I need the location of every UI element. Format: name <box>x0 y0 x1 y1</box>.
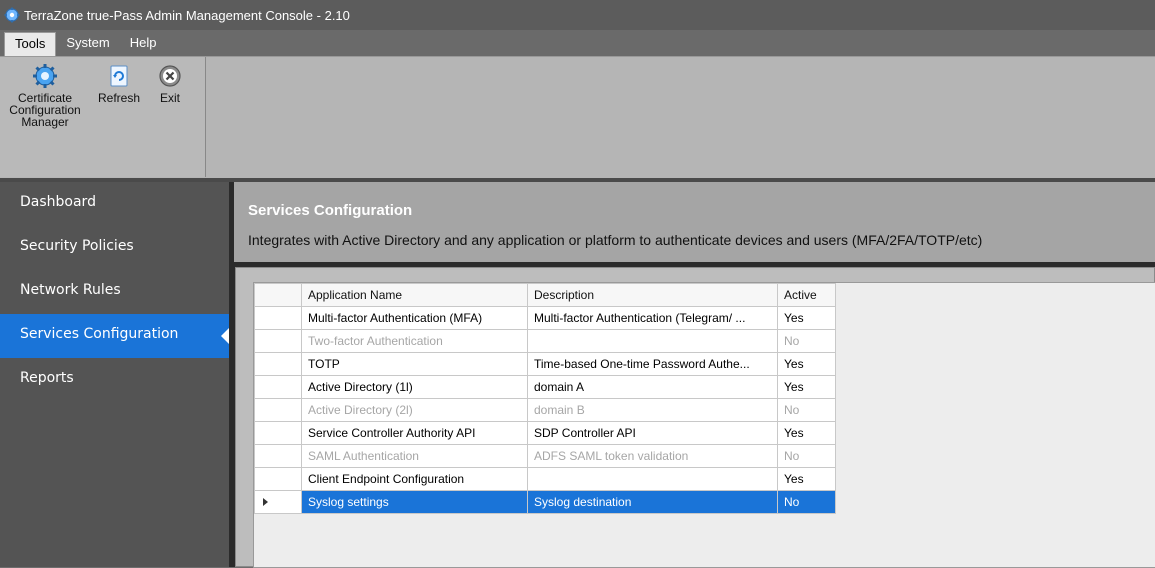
tab-system[interactable]: System <box>56 32 119 56</box>
row-header-cell[interactable] <box>254 398 302 422</box>
sidebar-item-label: Services Configuration <box>20 326 179 342</box>
close-icon <box>159 65 181 87</box>
menu-bar: Tools System Help <box>0 30 1155 56</box>
cell-description[interactable] <box>527 329 778 353</box>
sidebar-item-label: Reports <box>20 370 74 386</box>
row-header-cell[interactable] <box>254 444 302 468</box>
refresh-button[interactable]: Refresh <box>94 63 144 104</box>
sidebar-item-label: Security Policies <box>20 238 134 254</box>
cell-active[interactable]: Yes <box>777 467 836 491</box>
tab-help[interactable]: Help <box>120 32 167 56</box>
cell-description[interactable]: Syslog destination <box>527 490 778 514</box>
ribbon: Certificate Configuration Manager Refres… <box>0 56 1155 178</box>
sidebar-item-services-configuration[interactable]: Services Configuration <box>0 314 230 358</box>
row-header-cell[interactable] <box>254 421 302 445</box>
sidebar-item-security-policies[interactable]: Security Policies <box>0 226 229 270</box>
refresh-label: Refresh <box>97 91 141 105</box>
table-row[interactable]: Client Endpoint Configuration Yes <box>254 467 836 491</box>
table-body: Multi-factor Authentication (MFA) Multi-… <box>254 306 836 514</box>
cell-active[interactable]: Yes <box>777 421 836 445</box>
table-header-row: Application Name Description Active <box>254 283 836 307</box>
cell-active[interactable]: No <box>777 444 836 468</box>
table-row[interactable]: Active Directory (2l) domain B No <box>254 398 836 422</box>
table-row[interactable]: Multi-factor Authentication (MFA) Multi-… <box>254 306 836 330</box>
services-grid[interactable]: Application Name Description Active Mult… <box>253 282 1155 568</box>
sidebar: Dashboard Security Policies Network Rule… <box>0 182 230 567</box>
cell-application-name[interactable]: Syslog settings <box>301 490 528 514</box>
cell-application-name[interactable]: Service Controller Authority API <box>301 421 528 445</box>
sidebar-item-label: Dashboard <box>20 194 96 210</box>
page-title: Services Configuration <box>248 202 413 219</box>
gear-icon <box>33 64 57 88</box>
cell-application-name[interactable]: Active Directory (1l) <box>301 375 528 399</box>
ribbon-group-tools: Certificate Configuration Manager Refres… <box>0 57 206 177</box>
cell-description[interactable]: ADFS SAML token validation <box>527 444 778 468</box>
cell-application-name[interactable]: Multi-factor Authentication (MFA) <box>301 306 528 330</box>
cell-description[interactable]: Time-based One-time Password Authe... <box>527 352 778 376</box>
table-row[interactable]: Two-factor Authentication No <box>254 329 836 353</box>
cell-application-name[interactable]: Two-factor Authentication <box>301 329 528 353</box>
row-header-cell[interactable] <box>254 375 302 399</box>
table-row[interactable]: Service Controller Authority API SDP Con… <box>254 421 836 445</box>
table-row-selected[interactable]: Syslog settings Syslog destination No <box>254 490 836 514</box>
table-row[interactable]: TOTP Time-based One-time Password Authe.… <box>254 352 836 376</box>
cell-description[interactable]: Multi-factor Authentication (Telegram/ .… <box>527 306 778 330</box>
services-table: Application Name Description Active Mult… <box>254 283 836 514</box>
sidebar-item-network-rules[interactable]: Network Rules <box>0 270 229 314</box>
row-header-cell[interactable] <box>254 467 302 491</box>
column-header-application-name[interactable]: Application Name <box>301 283 528 307</box>
certificate-config-manager-label: Certificate Configuration Manager <box>9 91 81 129</box>
main-panel: Services Configuration Integrates with A… <box>229 182 1155 568</box>
gear-icon <box>4 7 20 23</box>
cell-application-name[interactable]: Client Endpoint Configuration <box>301 467 528 491</box>
cell-description[interactable]: SDP Controller API <box>527 421 778 445</box>
cell-active[interactable]: Yes <box>777 306 836 330</box>
exit-button[interactable]: Exit <box>150 63 190 104</box>
column-header-active[interactable]: Active <box>777 283 836 307</box>
certificate-config-manager-button[interactable]: Certificate Configuration Manager <box>4 63 86 128</box>
cell-active[interactable]: Yes <box>777 352 836 376</box>
row-header-corner <box>254 283 302 307</box>
row-header-cell[interactable] <box>254 490 302 514</box>
window-title: TerraZone true-Pass Admin Management Con… <box>24 7 350 23</box>
cell-description[interactable]: domain B <box>527 398 778 422</box>
page-header: Services Configuration Integrates with A… <box>234 182 1155 262</box>
tab-tools[interactable]: Tools <box>4 32 57 56</box>
sidebar-item-label: Network Rules <box>20 282 121 298</box>
sidebar-item-dashboard[interactable]: Dashboard <box>0 182 229 226</box>
title-bar: TerraZone true-Pass Admin Management Con… <box>0 0 1155 30</box>
table-row[interactable]: Active Directory (1l) domain A Yes <box>254 375 836 399</box>
exit-label: Exit <box>159 91 180 105</box>
column-header-description[interactable]: Description <box>527 283 778 307</box>
cell-application-name[interactable]: Active Directory (2l) <box>301 398 528 422</box>
row-pointer-icon <box>263 498 268 506</box>
cell-active[interactable]: No <box>777 329 836 353</box>
cell-application-name[interactable]: TOTP <box>301 352 528 376</box>
refresh-icon <box>110 65 128 87</box>
table-row[interactable]: SAML Authentication ADFS SAML token vali… <box>254 444 836 468</box>
cell-application-name[interactable]: SAML Authentication <box>301 444 528 468</box>
row-header-cell[interactable] <box>254 329 302 353</box>
page-subtitle: Integrates with Active Directory and any… <box>248 232 983 248</box>
row-header-cell[interactable] <box>254 306 302 330</box>
cell-active[interactable]: No <box>777 398 836 422</box>
row-header-cell[interactable] <box>254 352 302 376</box>
cell-description[interactable]: domain A <box>527 375 778 399</box>
grid-container: Application Name Description Active Mult… <box>235 267 1155 568</box>
cell-active[interactable]: Yes <box>777 375 836 399</box>
cell-description[interactable] <box>527 467 778 491</box>
sidebar-item-reports[interactable]: Reports <box>0 358 229 402</box>
cell-active[interactable]: No <box>777 490 836 514</box>
